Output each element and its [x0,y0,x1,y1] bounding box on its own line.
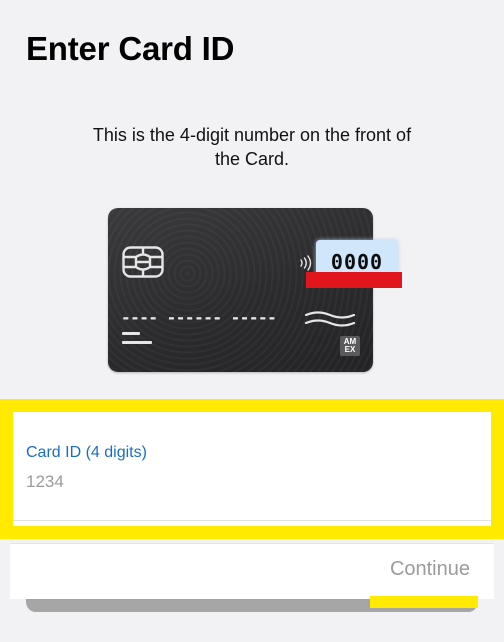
card-id-field-label: Card ID (4 digits) [26,444,147,461]
card-id-highlight-bar [306,272,402,288]
amex-logo: AM EX [340,336,360,356]
page-title: Enter Card ID [26,30,235,67]
card-id-field-container [0,399,504,539]
contactless-icon [300,255,312,271]
card-id-input[interactable] [26,470,466,494]
instruction-line-1: This is the 4-digit number on the front … [92,125,412,145]
continue-button[interactable]: Continue [390,558,470,581]
field-divider [13,520,491,521]
chip-icon [122,246,164,278]
instruction-line-2: the Card. [214,149,290,169]
card-illustration: 0000 ---- ------ ----- AM EX [108,208,402,372]
amex-logo-line-2: EX [344,345,356,354]
cardholder-name-placeholder [122,332,152,348]
instruction-text: This is the 4-digit number on the front … [60,123,444,171]
signature-wave-icon [304,311,356,327]
bottom-action-bar: Continue [10,543,494,599]
card-number-placeholder: ---- ------ ----- [121,308,277,327]
yellow-highlight-marker [370,596,478,608]
